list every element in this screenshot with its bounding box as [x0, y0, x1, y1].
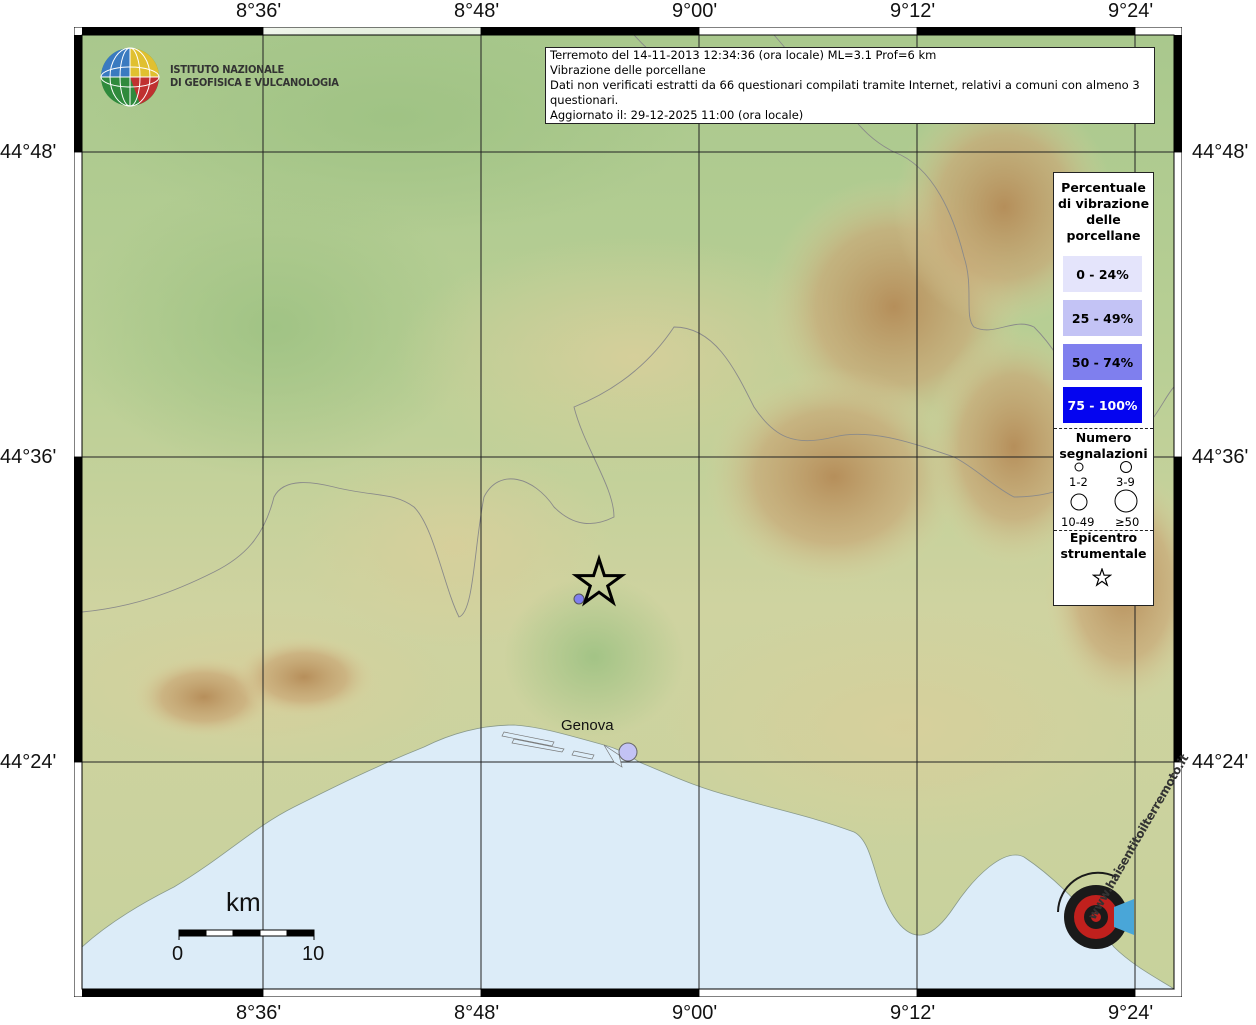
count-symbol-50plus	[1114, 489, 1138, 513]
city-label-genova: Genova	[561, 717, 614, 734]
ingv-logo-line2: DI GEOFISICA E VULCANOLOGIA	[170, 76, 339, 89]
map-canvas[interactable]	[74, 27, 1182, 997]
lat-label-left-1: 44°48'	[0, 141, 57, 163]
event-info-line4: Aggiornato il: 29-12-2025 11:00 (ora loc…	[550, 108, 804, 122]
legend-class-3: 75 - 100%	[1063, 387, 1142, 423]
count-symbol-1-2	[1074, 462, 1084, 472]
legend-count-title-line1: Numero	[1075, 430, 1132, 445]
legend-epicenter-title: Epicentro strumentale	[1054, 530, 1153, 562]
count-symbol-3-9	[1120, 461, 1132, 473]
legend-epicenter-star-icon	[1092, 568, 1112, 587]
lat-label-left-3: 44°24'	[0, 751, 57, 773]
event-info-line3: Dati non verificati estratti da 66 quest…	[550, 78, 1140, 107]
legend-class-1-label: 25 - 49%	[1071, 310, 1134, 326]
scale-start-label: 0	[172, 943, 184, 965]
lon-label-bottom-2: 8°48'	[454, 1002, 500, 1024]
lon-label-top-4: 9°12'	[890, 0, 936, 22]
legend-class-0: 0 - 24%	[1063, 256, 1142, 292]
lon-label-bottom-5: 9°24'	[1108, 1002, 1154, 1024]
lat-label-right-1: 44°48'	[1192, 141, 1249, 163]
lat-label-right-3: 44°24'	[1192, 751, 1249, 773]
ingv-logo-text: ISTITUTO NAZIONALE DI GEOFISICA E VULCAN…	[170, 63, 339, 89]
lon-label-top-5: 9°24'	[1108, 0, 1154, 22]
legend-class-2: 50 - 74%	[1063, 344, 1142, 380]
event-info-box: Terremoto del 14-11-2013 12:34:36 (ora l…	[545, 47, 1155, 124]
legend-title-line2: di vibrazione	[1057, 196, 1150, 211]
lat-label-right-2: 44°36'	[1192, 446, 1249, 468]
legend-class-2-label: 50 - 74%	[1071, 354, 1134, 370]
ingv-logo-line1: ISTITUTO NAZIONALE	[170, 63, 285, 76]
legend-title: Percentuale di vibrazione delle porcella…	[1054, 180, 1153, 244]
lon-label-top-1: 8°36'	[236, 0, 282, 22]
count-label-3-9: 3-9	[1116, 475, 1135, 489]
observation-marker-1[interactable]	[573, 593, 585, 605]
legend-class-0-label: 0 - 24%	[1076, 266, 1129, 282]
legend-class-1: 25 - 49%	[1063, 300, 1142, 336]
legend-class-3-label: 75 - 100%	[1067, 397, 1138, 413]
legend-panel: Percentuale di vibrazione delle porcella…	[1053, 172, 1154, 606]
legend-title-line1: Percentuale	[1061, 180, 1146, 195]
count-label-1-2: 1-2	[1069, 475, 1088, 489]
legend-epicenter-title-line1: Epicentro	[1069, 530, 1138, 545]
ingv-logo-icon	[100, 47, 160, 107]
legend-separator-1	[1054, 428, 1153, 429]
lon-label-top-2: 8°48'	[454, 0, 500, 22]
count-label-50plus: ≥50	[1115, 515, 1140, 529]
map-frame: Genova km 0 10	[74, 27, 1182, 997]
scale-unit-label: km	[226, 887, 261, 917]
scale-end-label: 10	[302, 943, 325, 965]
count-symbol-10-49	[1070, 493, 1088, 511]
lon-label-bottom-1: 8°36'	[236, 1002, 282, 1024]
legend-title-line4: porcellane	[1066, 228, 1141, 243]
terrain-relief	[74, 27, 1182, 847]
lon-label-bottom-4: 9°12'	[890, 1002, 936, 1024]
lat-label-left-2: 44°36'	[0, 446, 57, 468]
event-info-line1: Terremoto del 14-11-2013 12:34:36 (ora l…	[550, 48, 937, 62]
observation-marker-2[interactable]	[618, 742, 638, 762]
count-label-10-49: 10-49	[1061, 515, 1095, 529]
event-info-line2: Vibrazione delle porcellane	[550, 63, 706, 77]
lon-label-top-3: 9°00'	[672, 0, 718, 22]
legend-epicenter-title-line2: strumentale	[1060, 546, 1147, 561]
legend-title-line3: delle	[1086, 212, 1121, 227]
lon-label-bottom-3: 9°00'	[672, 1002, 718, 1024]
